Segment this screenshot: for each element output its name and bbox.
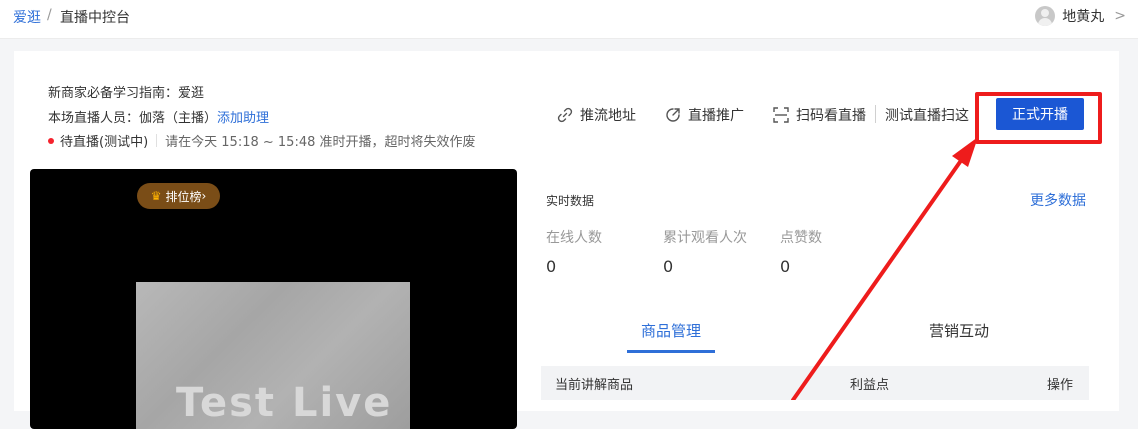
video-preview-panel: ♛ 排位榜 › Test Live bbox=[30, 169, 517, 429]
go-live-button[interactable]: 正式开播 bbox=[996, 98, 1084, 130]
schedule-tip: 请在今天 15:18 ~ 15:48 准时开播，超时将失效作废 bbox=[165, 135, 476, 150]
status-dot bbox=[48, 137, 54, 144]
chevron-right-icon: > bbox=[1114, 8, 1126, 24]
promote-button[interactable]: 直播推广 bbox=[664, 105, 744, 125]
test-scan-link[interactable]: 测试直播扫这 bbox=[885, 105, 969, 125]
user-name: 地黄丸 bbox=[1062, 9, 1105, 25]
realtime-title: 实时数据 bbox=[546, 194, 595, 208]
control-panel-card: 新商家必备学习指南：爱逛 本场直播人员：伽落（主播）添加助理 待直播(测试中) … bbox=[14, 51, 1119, 429]
stat-likes-value: 0 bbox=[780, 257, 791, 276]
stat-online-label: 在线人数 bbox=[546, 230, 602, 246]
column-header: 当前讲解商品 bbox=[555, 378, 634, 393]
push-url-label: 推流地址 bbox=[580, 108, 636, 124]
crown-icon: ♛ bbox=[150, 189, 162, 203]
scan-watch-button[interactable]: 扫码看直播 bbox=[772, 105, 866, 125]
user-menu[interactable]: 地黄丸 > bbox=[1035, 5, 1126, 27]
push-url-button[interactable]: 推流地址 bbox=[556, 105, 636, 125]
active-tab-indicator bbox=[627, 350, 715, 353]
tab-product-management[interactable]: 商品管理 bbox=[641, 320, 701, 341]
breadcrumb-current: 直播中控台 bbox=[60, 10, 130, 26]
breadcrumb-root[interactable]: 爱逛 bbox=[13, 7, 41, 27]
divider bbox=[875, 105, 876, 123]
rank-button[interactable]: ♛ 排位榜 › bbox=[137, 183, 220, 209]
test-scan-label: 测试直播扫这 bbox=[885, 108, 969, 124]
divider bbox=[156, 134, 158, 147]
rank-label: 排位榜 bbox=[165, 189, 202, 204]
stat-total-views-value: 0 bbox=[663, 257, 674, 276]
share-icon bbox=[666, 108, 680, 122]
column-header: 利益点 bbox=[850, 378, 890, 393]
scan-watch-label: 扫码看直播 bbox=[796, 108, 866, 124]
stat-total-views-label: 累计观看人次 bbox=[663, 230, 747, 246]
staff-text: 本场直播人员：伽落（主播） bbox=[48, 111, 218, 126]
guide-text: 新商家必备学习指南：爱逛 bbox=[48, 86, 205, 101]
avatar bbox=[1035, 6, 1056, 26]
column-header: 操作 bbox=[1047, 378, 1074, 393]
promote-label: 直播推广 bbox=[688, 108, 744, 124]
more-data-link[interactable]: 更多数据 bbox=[1030, 190, 1086, 210]
staff-row: 本场直播人员：伽落（主播）添加助理 bbox=[48, 107, 269, 126]
link-icon bbox=[557, 107, 573, 123]
live-status-row: 待直播(测试中) 请在今天 15:18 ~ 15:48 准时开播，超时将失效作废 bbox=[48, 131, 476, 150]
camera-preview: Test Live bbox=[136, 282, 410, 429]
stat-online-value: 0 bbox=[546, 257, 557, 276]
tab-marketing-interaction[interactable]: 营销互动 bbox=[929, 320, 989, 341]
top-bar: 爱逛 / 直播中控台 地黄丸 > bbox=[0, 0, 1138, 39]
preview-text: Test Live bbox=[176, 380, 393, 426]
stat-likes-label: 点赞数 bbox=[780, 230, 822, 246]
status-badge: 待直播(测试中) bbox=[60, 135, 149, 150]
add-assistant-link[interactable]: 添加助理 bbox=[217, 111, 269, 126]
breadcrumb-separator: / bbox=[47, 7, 52, 23]
scan-icon bbox=[773, 107, 789, 123]
chevron-right-icon: › bbox=[201, 189, 207, 203]
product-table-header: 当前讲解商品 利益点 操作 bbox=[541, 366, 1089, 400]
